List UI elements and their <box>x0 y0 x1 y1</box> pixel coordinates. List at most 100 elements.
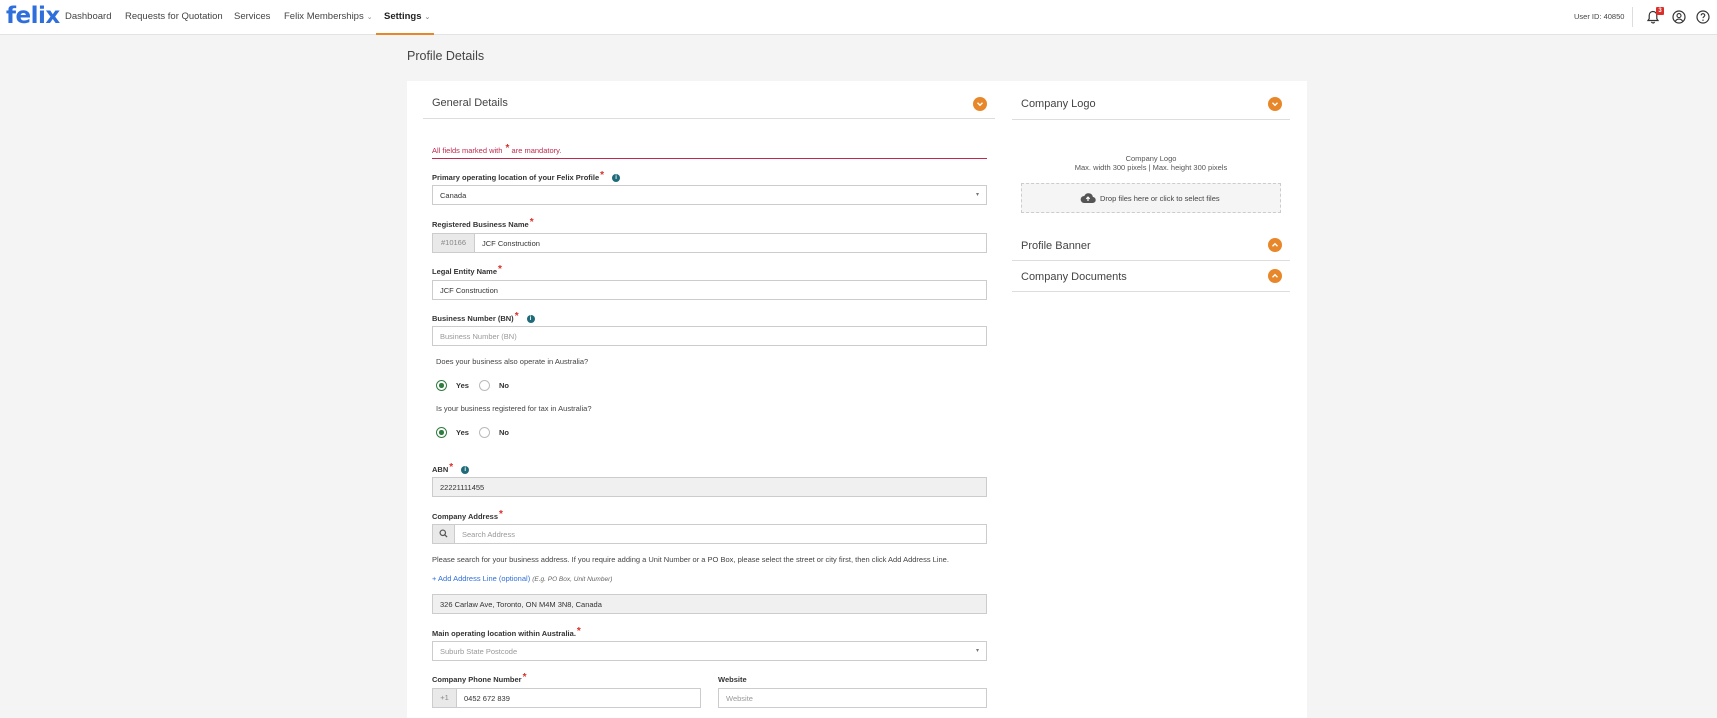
website-label: Website <box>718 675 747 684</box>
required-marker: * <box>505 143 510 154</box>
dropzone-text: Drop files here or click to select files <box>1100 194 1220 203</box>
primary-location-value: Canada <box>440 191 467 200</box>
required-marker: * <box>498 264 502 275</box>
resolved-address-value: 326 Carlaw Ave, Toronto, ON M4M 3N8, Can… <box>440 600 602 609</box>
resolved-address-field: 326 Carlaw Ave, Toronto, ON M4M 3N8, Can… <box>432 594 987 614</box>
required-marker: * <box>514 311 519 322</box>
primary-location-select[interactable]: Canada ▾ <box>432 185 987 205</box>
bn-placeholder: Business Number (BN) <box>440 332 517 341</box>
operate-australia-yes-label[interactable]: Yes <box>456 381 469 390</box>
felix-logo[interactable]: felix <box>6 3 60 29</box>
legal-entity-field[interactable]: JCF Construction <box>432 280 987 300</box>
tax-australia-no-radio[interactable] <box>479 427 490 438</box>
abn-value: 22221111455 <box>440 483 485 492</box>
nav-requests-for-quotation[interactable]: Requests for Quotation <box>125 11 223 22</box>
info-icon[interactable]: i <box>612 174 621 183</box>
search-icon <box>433 525 455 543</box>
nav-felix-memberships[interactable]: Felix Memberships ⌄ <box>284 11 373 22</box>
website-input[interactable]: Website <box>718 688 987 708</box>
chevron-down-icon[interactable] <box>1268 97 1282 111</box>
nav-settings[interactable]: Settings ⌄ <box>384 11 430 22</box>
logo-caption-size: Max. width 300 pixels | Max. height 300 … <box>1074 163 1228 172</box>
profile-banner-heading: Profile Banner <box>1021 240 1091 252</box>
bn-label-text: Business Number (BN) <box>432 314 514 323</box>
info-icon[interactable]: i <box>526 315 535 324</box>
chevron-up-icon[interactable] <box>1268 269 1282 283</box>
top-navigation: felix Dashboard Requests for Quotation S… <box>0 0 1717 35</box>
business-name-label: Registered Business Name* <box>432 217 534 230</box>
abn-label: ABN* i <box>432 462 470 475</box>
main-location-label-text: Main operating location within Australia… <box>432 629 576 638</box>
abn-label-text: ABN <box>432 465 449 474</box>
chevron-down-icon: ▾ <box>975 648 979 654</box>
required-marker: * <box>600 170 605 181</box>
section-divider <box>1012 291 1290 292</box>
primary-location-label-text: Primary operating location of your Felix… <box>432 173 600 182</box>
business-name-field[interactable]: #10166 JCF Construction <box>432 233 987 253</box>
primary-location-label: Primary operating location of your Felix… <box>432 170 621 183</box>
add-address-line-text: + Add Address Line (optional) <box>432 574 531 583</box>
mandatory-note-post: are mandatory. <box>511 146 562 155</box>
operate-australia-question: Does your business also operate in Austr… <box>436 357 589 366</box>
phone-label-text: Company Phone Number <box>432 675 522 684</box>
info-icon[interactable]: i <box>461 466 470 475</box>
company-logo-heading: Company Logo <box>1021 98 1096 110</box>
help-icon[interactable] <box>1695 9 1711 25</box>
address-help-text: Please search for your business address.… <box>432 555 949 564</box>
bn-input[interactable]: Business Number (BN) <box>432 326 987 346</box>
tax-australia-yes-radio[interactable] <box>436 427 447 438</box>
page-title: Profile Details <box>407 49 485 63</box>
user-circle-icon[interactable] <box>1671 9 1687 25</box>
company-address-label-text: Company Address <box>432 512 498 521</box>
bn-label: Business Number (BN)* i <box>432 311 535 324</box>
nav-settings-label: Settings <box>384 11 422 22</box>
active-nav-indicator <box>376 33 434 35</box>
phone-country-prefix: +1 <box>433 689 457 707</box>
main-location-placeholder: Suburb State Postcode <box>440 647 518 656</box>
phone-value: 0452 672 839 <box>464 694 510 703</box>
phone-input[interactable]: +1 0452 672 839 <box>432 688 701 708</box>
business-name-value: JCF Construction <box>482 239 540 248</box>
required-marker: * <box>529 217 534 228</box>
chevron-up-icon[interactable] <box>1268 238 1282 252</box>
add-address-line-example: (E.g. PO Box, Unit Number) <box>532 576 613 583</box>
notification-badge: 3 <box>1656 7 1664 15</box>
address-search-input[interactable]: Search Address <box>432 524 987 544</box>
mandatory-note: All fields marked with * are mandatory. <box>432 143 562 156</box>
main-location-label: Main operating location within Australia… <box>432 626 581 639</box>
legal-entity-value: JCF Construction <box>440 286 498 295</box>
nav-divider <box>1632 7 1633 27</box>
required-marker: * <box>522 672 527 683</box>
tax-australia-yes-label[interactable]: Yes <box>456 428 469 437</box>
logo-dropzone[interactable]: Drop files here or click to select files <box>1021 183 1281 213</box>
nav-dashboard[interactable]: Dashboard <box>65 11 111 22</box>
cloud-upload-icon <box>1080 193 1096 204</box>
required-marker: * <box>576 626 581 637</box>
business-id-prefix: #10166 <box>433 234 475 252</box>
mandatory-note-pre: All fields marked with <box>432 146 503 155</box>
business-name-label-text: Registered Business Name <box>432 220 529 229</box>
website-placeholder: Website <box>726 694 753 703</box>
required-marker: * <box>449 462 454 473</box>
operate-australia-no-label[interactable]: No <box>499 381 509 390</box>
phone-label: Company Phone Number* <box>432 672 527 685</box>
chevron-down-icon[interactable] <box>973 97 987 111</box>
company-address-label: Company Address* <box>432 509 503 522</box>
section-divider <box>423 118 995 119</box>
nav-felix-memberships-label: Felix Memberships <box>284 11 364 22</box>
abn-field: 22221111455 <box>432 477 987 497</box>
operate-australia-yes-radio[interactable] <box>436 380 447 391</box>
general-details-heading: General Details <box>432 97 508 109</box>
add-address-line-link[interactable]: + Add Address Line (optional) (E.g. PO Bo… <box>432 574 612 583</box>
tax-australia-no-label[interactable]: No <box>499 428 509 437</box>
mandatory-divider <box>432 158 987 159</box>
section-divider <box>1012 119 1290 120</box>
operate-australia-no-radio[interactable] <box>479 380 490 391</box>
tax-australia-question: Is your business registered for tax in A… <box>436 404 592 413</box>
nav-services[interactable]: Services <box>234 11 270 22</box>
user-id: User ID: 40850 <box>1574 12 1625 21</box>
section-divider <box>1012 260 1290 261</box>
main-location-select[interactable]: Suburb State Postcode ▾ <box>432 641 987 661</box>
required-marker: * <box>499 509 503 520</box>
chevron-down-icon: ⌄ <box>366 14 373 21</box>
